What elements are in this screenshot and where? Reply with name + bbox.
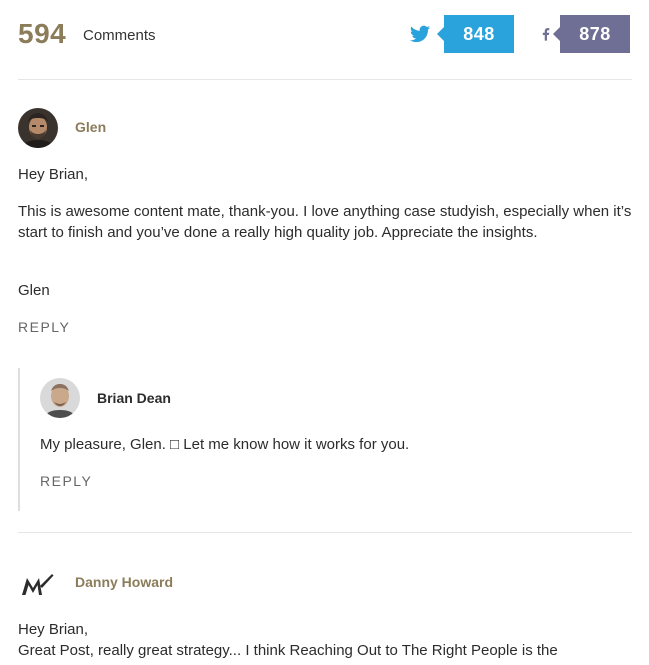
comment-text: Glen: [18, 282, 50, 299]
twitter-bird-icon: [409, 25, 431, 43]
comment: Glen Hey Brian, This is awesome content …: [18, 108, 632, 338]
header-divider: [18, 79, 632, 80]
comment-text: Great Post, really great strategy... I t…: [18, 642, 558, 659]
twitter-share-count: 848: [437, 15, 514, 53]
avatar-glen: [18, 108, 58, 148]
reply-button[interactable]: REPLY: [18, 319, 70, 335]
logo-avatar-image: [18, 566, 58, 606]
facebook-f-icon: [542, 28, 550, 41]
reply-thread-border: [18, 368, 20, 511]
comment-text: Hey Brian,: [18, 621, 89, 638]
comments-header: 594 Comments 848 878: [18, 14, 632, 54]
comment: Danny Howard Hey Brian, Great Post, real…: [18, 566, 632, 665]
avatar-brian-dean: [40, 378, 80, 418]
comment-author[interactable]: Danny Howard: [75, 574, 173, 590]
user-avatar-image: [40, 378, 80, 418]
comment-count-label: Comments: [83, 27, 156, 44]
twitter-share-button[interactable]: 848: [408, 15, 515, 53]
facebook-share-button[interactable]: 878: [538, 15, 632, 53]
facebook-share-count: 878: [553, 15, 630, 53]
comment-divider: [18, 532, 632, 533]
comment-author[interactable]: Brian Dean: [97, 390, 171, 406]
reply-button[interactable]: REPLY: [40, 473, 92, 489]
comment-text: Hey Brian,: [18, 166, 89, 183]
comment-reply: Brian Dean My pleasure, Glen. □ Let me k…: [40, 378, 632, 498]
comment-author[interactable]: Glen: [75, 119, 106, 135]
comment-text: My pleasure, Glen. □ Let me know how it …: [40, 436, 410, 453]
avatar-danny-howard: [18, 566, 58, 606]
comment-text: This is awesome content mate, thank-you.…: [18, 203, 632, 241]
user-avatar-image: [18, 108, 58, 148]
comment-count: 594: [18, 18, 67, 49]
